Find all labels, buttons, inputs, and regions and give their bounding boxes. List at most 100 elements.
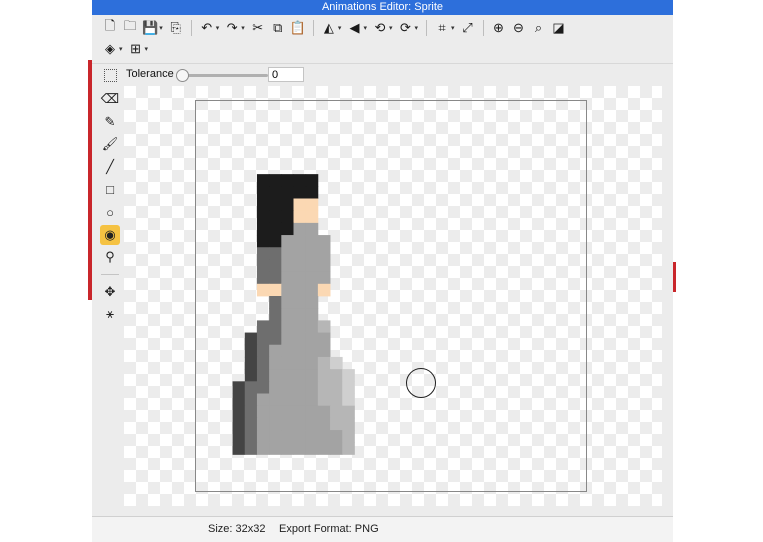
new-file-icon[interactable]: 🗋 [100,18,120,38]
sprite-pixel [256,332,270,346]
dropdown-caret-icon[interactable]: ▾ [159,24,163,32]
sprite-pixel [293,308,307,321]
sprite-pixel [305,430,319,443]
dropdown-caret-icon[interactable]: ▾ [338,24,342,32]
toggle-background-icon[interactable]: ◪ [549,18,569,38]
background-strip-right [673,262,676,292]
sprite-pixel [330,405,343,419]
dropdown-caret-icon[interactable]: ▾ [119,45,123,53]
dropdown-caret-icon[interactable]: ▾ [241,24,245,32]
sprite-pixel [305,405,319,419]
sprite-pixel [342,442,355,455]
sprite-pixel [269,332,282,346]
sprite-pixel [305,320,319,333]
sprite-pixel [269,308,282,321]
dropdown-caret-icon[interactable]: ▾ [216,24,220,32]
sprite-pixel [317,369,331,382]
sprite-pixel [293,247,307,260]
sprite-pixel [342,393,355,407]
dropdown-caret-icon[interactable]: ▾ [451,24,455,32]
tolerance-input[interactable] [268,67,304,82]
sprite-pixel [244,381,258,394]
sprite-pixel [281,283,294,297]
eraser-tool-icon[interactable]: ⌫ [100,89,120,109]
tool-separator [101,273,119,275]
sprite-pixel [256,186,270,199]
fill-cursor-icon [406,368,436,398]
resize-icon[interactable]: ⤢ [458,18,478,38]
sprite-pixel [256,442,270,455]
open-folder-icon[interactable]: 🗀 [120,18,140,38]
dropdown-caret-icon[interactable]: ▾ [145,45,149,53]
sprite-pixel [281,198,294,212]
sprite-pixel [317,320,331,333]
canvas-area[interactable] [124,86,662,506]
eyedropper-tool-icon[interactable]: ⚲ [100,247,120,267]
sprite-pixel [256,235,270,248]
sprite-pixel [269,405,282,419]
tolerance-slider-thumb[interactable] [176,69,189,82]
paste-icon[interactable]: 📋 [288,18,308,38]
sprite-pixel [281,369,294,382]
redo-icon[interactable]: ↷ [222,18,242,38]
dropdown-caret-icon[interactable]: ▾ [414,24,418,32]
cut-icon[interactable]: ✂ [248,18,268,38]
tool-palette: ⌫ ✎ 🖌 ╱ □ ○ ◉ ⚲ ✥ ⚹ [98,86,124,514]
rotate-left-icon[interactable]: ⟲ [370,18,390,38]
tolerance-slider[interactable] [178,74,268,77]
sprite-pixel [305,332,319,346]
sprite-pixel [244,442,258,455]
export-icon[interactable]: ⎘ [166,18,186,38]
ellipse-tool-icon[interactable]: ○ [100,202,120,222]
sprite-pixel [281,344,294,358]
sprite-pixel [317,271,331,285]
sprite-pixel [269,320,282,333]
sprite-pixel [293,417,307,431]
sprite-pixel [305,222,319,236]
sprite-pixel [281,332,294,346]
fill-bucket-tool-icon[interactable]: ◉ [100,224,120,245]
sprite-pixel [269,369,282,382]
sprite-pixel [256,247,270,260]
brush-tool-icon[interactable]: 🖌 [100,134,120,154]
sprite-pixel [293,186,307,199]
sprite-pixel [305,442,319,455]
sprite-pixel [342,405,355,419]
transform-tool-icon[interactable]: ✥ [100,282,120,302]
status-export-format: Export Format: PNG [279,523,379,535]
grid-icon[interactable]: ⊞ [126,39,146,59]
toolbar-separator [482,20,484,36]
sprite-pixel [269,222,282,236]
sprite-pixel [256,393,270,407]
line-tool-icon[interactable]: ╱ [100,157,120,177]
layers-icon[interactable]: ◈ [100,39,120,59]
sprite-pixel [305,417,319,431]
sprite-pixel [330,442,343,455]
sprite-pixel [256,356,270,370]
rectangle-tool-icon[interactable]: □ [100,179,120,199]
sprite-pixel [281,308,294,321]
dropdown-caret-icon[interactable]: ▾ [363,24,367,32]
zoom-fit-icon[interactable]: ⌕ [529,18,549,38]
sprite-pixel [342,417,355,431]
pencil-tool-icon[interactable]: ✎ [100,112,120,132]
sprite-pixel [305,235,319,248]
node-tool-icon[interactable]: ⚹ [100,304,120,324]
rotate-right-icon[interactable]: ⟳ [395,18,415,38]
flip-horizontal-icon[interactable]: ◭ [319,18,339,38]
crop-icon[interactable]: ⌗ [432,18,452,38]
zoom-out-icon[interactable]: ⊖ [509,18,529,38]
sprite-pixel [293,198,307,212]
dropdown-caret-icon[interactable]: ▾ [389,24,393,32]
undo-icon[interactable]: ↶ [197,18,217,38]
sprite-pixel [256,198,270,212]
sprite-pixel [281,417,294,431]
save-icon[interactable]: 💾 [140,18,160,38]
sprite-pixel [281,296,294,309]
copy-icon[interactable]: ⧉ [268,18,288,38]
sprite-pixel [269,356,282,370]
sprite-pixel [256,381,270,394]
sprite-canvas[interactable] [195,100,587,492]
zoom-in-icon[interactable]: ⊕ [489,18,509,38]
flip-vertical-icon[interactable]: ◀ [344,18,364,38]
